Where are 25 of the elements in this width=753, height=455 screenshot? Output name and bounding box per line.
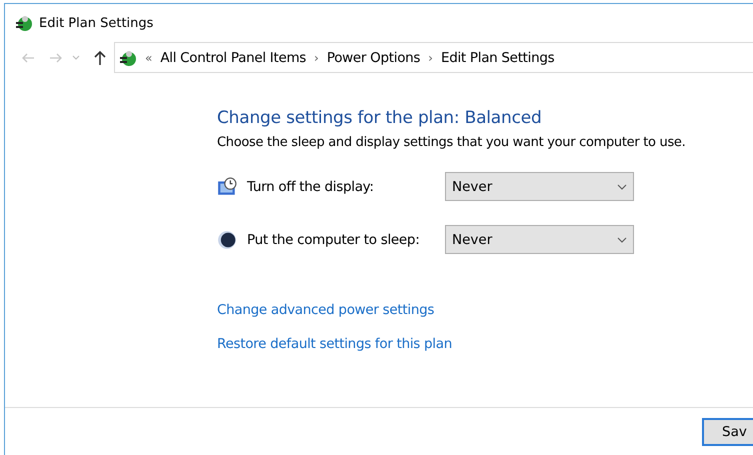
breadcrumb-item[interactable]: Edit Plan Settings (440, 50, 554, 66)
chevron-down-icon (617, 184, 627, 190)
page-description: Choose the sleep and display settings that you want your computer to use. (217, 135, 686, 150)
save-button[interactable]: Sav (702, 418, 753, 446)
breadcrumb-item[interactable]: All Control Panel Items (160, 50, 306, 66)
chevron-down-icon (617, 236, 627, 242)
moon-icon (217, 230, 237, 250)
breadcrumb-separator[interactable]: › (314, 50, 319, 64)
dropdown-caret-icon[interactable] (72, 54, 80, 60)
link[interactable]: Restore default settings for this plan (217, 336, 452, 352)
monitor-clock-icon (217, 176, 237, 196)
window-title: Edit Plan Settings (39, 16, 154, 30)
link[interactable]: Change advanced power settings (217, 302, 434, 318)
breadcrumb-item[interactable]: Power Options (326, 50, 420, 66)
dropdown[interactable]: Never (445, 225, 634, 254)
page-heading: Change settings for the plan: Balanced (217, 108, 543, 128)
address-bar[interactable]: « All Control Panel Items › Power Options › Edit Plan Settings (114, 42, 753, 73)
overflow-chevron[interactable]: « (145, 50, 152, 64)
setting-label: Put the computer to sleep: (247, 232, 420, 248)
breadcrumb-separator[interactable]: › (428, 50, 433, 64)
power-plug-icon (15, 14, 33, 32)
dropdown[interactable]: Never (445, 172, 634, 201)
setting-label: Turn off the display: (247, 178, 375, 194)
up-arrow-icon[interactable] (92, 50, 108, 66)
power-plug-icon (119, 48, 137, 66)
